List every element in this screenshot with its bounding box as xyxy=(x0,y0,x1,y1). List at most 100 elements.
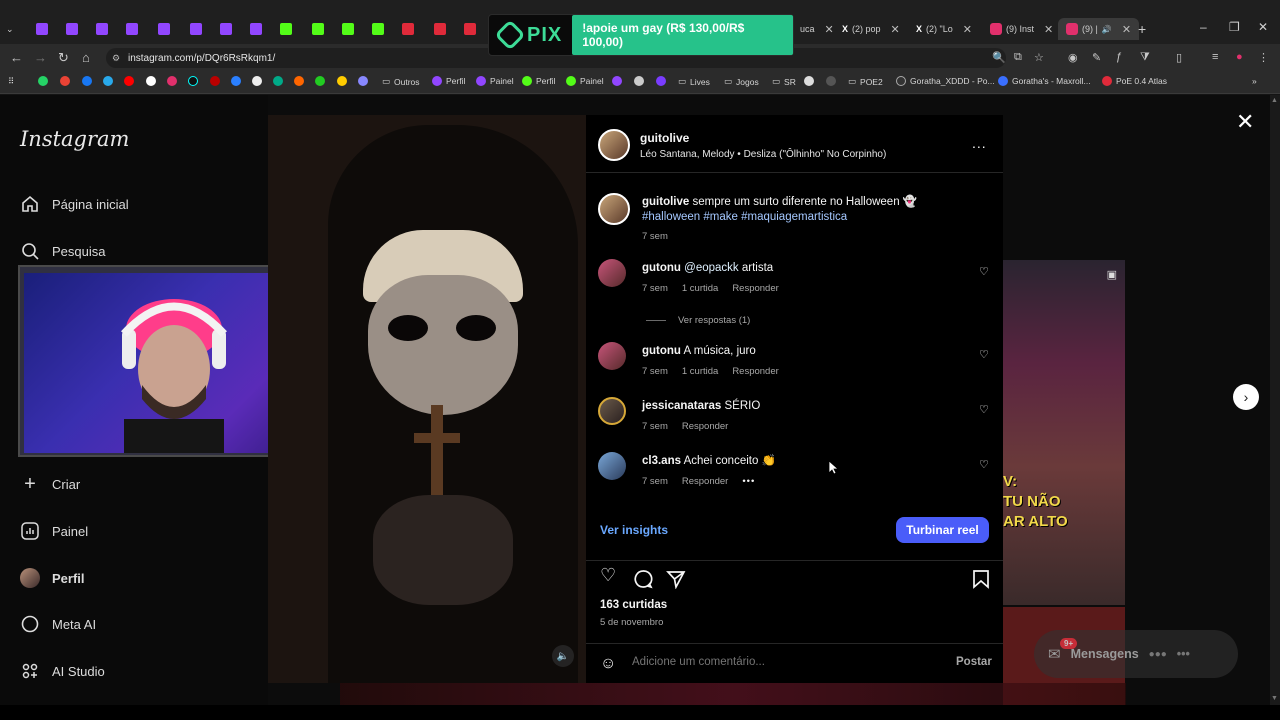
tab-kick-3[interactable] xyxy=(342,18,354,40)
comment-mention[interactable]: @eopackk xyxy=(684,262,739,274)
comment-likes[interactable]: 1 curtida xyxy=(682,283,718,294)
sidebar-item-home[interactable]: Página inicial xyxy=(20,192,129,216)
tab-twitch-6[interactable] xyxy=(190,18,202,40)
bookmark-tiktok[interactable] xyxy=(188,76,198,86)
comment-username[interactable]: cl3.ans xyxy=(642,455,681,467)
bookmark-white[interactable] xyxy=(252,76,262,86)
bookmark-red[interactable] xyxy=(210,76,220,86)
tab-twitch-8[interactable] xyxy=(250,18,262,40)
comment-time[interactable]: 7 sem xyxy=(642,366,668,377)
menu-icon[interactable]: ⋮ xyxy=(1258,51,1269,64)
reel-video[interactable]: 🔈 xyxy=(268,115,586,683)
bookmark-misc-c[interactable] xyxy=(804,76,814,86)
sidepanel-icon[interactable]: ▯ xyxy=(1176,51,1182,64)
tab-red-1[interactable] xyxy=(402,18,414,40)
like-count[interactable]: 163 curtidas xyxy=(600,599,667,611)
forward-button[interactable]: → xyxy=(34,50,47,65)
sidebar-item-meta-ai[interactable]: Meta AI xyxy=(20,612,96,636)
comment-more-icon[interactable]: ••• xyxy=(742,476,755,487)
bookmark-goratha-po[interactable]: Goratha_XDDD - Po... xyxy=(896,76,995,86)
next-post-button[interactable]: › xyxy=(1233,384,1259,410)
bookmark-whatsapp[interactable] xyxy=(38,76,48,86)
sidebar-item-ai-studio[interactable]: AI Studio xyxy=(20,659,105,683)
pen-icon[interactable]: ✎ xyxy=(1092,51,1101,64)
close-tab-icon[interactable]: ✕ xyxy=(1044,23,1053,36)
minimize-button[interactable]: – xyxy=(1200,20,1207,34)
emoji-icon[interactable]: ☺ xyxy=(600,655,616,673)
avatar[interactable] xyxy=(598,193,630,225)
profile-avatar-icon[interactable]: ● xyxy=(1236,51,1243,63)
bookmark-star-icon[interactable]: ☆ xyxy=(1034,51,1044,64)
like-comment-icon[interactable]: ♡ xyxy=(979,458,989,471)
restore-button[interactable]: ❐ xyxy=(1229,20,1240,34)
close-tab-icon[interactable]: ✕ xyxy=(1122,23,1131,36)
bookmark-goratha-maxroll[interactable]: Goratha's - Maxroll... xyxy=(998,76,1091,86)
bookmark-painel-2[interactable]: Painel xyxy=(566,76,604,86)
home-button[interactable]: ⌂ xyxy=(82,50,90,65)
apps-icon[interactable]: ⠿ xyxy=(8,76,14,87)
bookmark-misc-b[interactable] xyxy=(656,76,666,86)
bookmark-folder-sr[interactable]: ▭ SR xyxy=(772,76,796,87)
bookmark-poe-atlas[interactable]: PoE 0.4 Atlas xyxy=(1102,76,1167,86)
close-tab-icon[interactable]: ✕ xyxy=(891,23,900,36)
like-icon[interactable]: ♡ xyxy=(600,565,616,586)
like-comment-icon[interactable]: ♡ xyxy=(979,403,989,416)
reply-button[interactable]: Responder xyxy=(682,476,728,487)
tab-partial[interactable]: uca ✕ xyxy=(800,18,834,40)
comment-input[interactable] xyxy=(632,656,932,668)
site-info-icon[interactable]: ⚙ xyxy=(112,53,120,64)
tab-red-3[interactable] xyxy=(464,18,476,40)
sidebar-item-create[interactable]: + Criar xyxy=(20,472,80,496)
comment-username[interactable]: gutonu xyxy=(642,262,681,274)
bookmark-misc-d[interactable] xyxy=(826,76,836,86)
bookmark-folder-jogos[interactable]: ▭ Jogos xyxy=(724,76,759,87)
save-icon[interactable] xyxy=(972,565,990,594)
tab-kick-1[interactable] xyxy=(280,18,292,40)
close-icon[interactable]: ✕ xyxy=(1236,109,1254,135)
comment-icon[interactable] xyxy=(633,565,653,594)
reply-button[interactable]: Responder xyxy=(732,283,778,294)
view-insights-link[interactable]: Ver insights xyxy=(600,523,668,537)
caption-hashtags[interactable]: #halloween #make #maquiagemartistica xyxy=(642,211,847,223)
cast-icon[interactable]: ⧉ xyxy=(1014,51,1022,64)
tab-twitch-2[interactable] xyxy=(66,18,78,40)
avatar[interactable] xyxy=(598,129,630,161)
bookmark-folder-lives[interactable]: ▭ Lives xyxy=(678,76,710,87)
extension-icon[interactable]: ◉ xyxy=(1068,51,1078,64)
bookmark-twitch-a[interactable] xyxy=(612,76,622,86)
scroll-up-icon[interactable]: ▲ xyxy=(1271,97,1278,104)
comment-username[interactable]: gutonu xyxy=(642,345,681,357)
comment-time[interactable]: 7 sem xyxy=(642,283,668,294)
script-icon[interactable]: ƒ xyxy=(1116,51,1122,63)
tab-twitch-4[interactable] xyxy=(126,18,138,40)
bookmark-x[interactable] xyxy=(146,76,156,86)
zoom-icon[interactable]: 🔍 xyxy=(992,51,1006,64)
post-music[interactable]: Léo Santana, Melody • Desliza ("Ôlhinho"… xyxy=(640,149,886,160)
tab-twitch-5[interactable] xyxy=(158,18,170,40)
caption-time[interactable]: 7 sem xyxy=(642,231,668,242)
scroll-down-icon[interactable]: ▼ xyxy=(1271,695,1278,702)
sidebar-item-profile[interactable]: Perfil xyxy=(20,566,85,590)
bookmark-painel-1[interactable]: Painel xyxy=(476,76,514,86)
bookmark-yellow[interactable] xyxy=(337,76,347,86)
bookmark-facebook[interactable] xyxy=(82,76,92,86)
bookmark-gmail[interactable] xyxy=(60,76,70,86)
close-window-button[interactable]: ✕ xyxy=(1258,20,1268,34)
comment-username[interactable]: jessicanataras xyxy=(642,400,721,412)
avatar[interactable] xyxy=(598,397,626,425)
bookmark-instagram[interactable] xyxy=(167,76,177,86)
view-replies-button[interactable]: Ver respostas (1) xyxy=(646,315,750,326)
tab-kick-4[interactable] xyxy=(372,18,384,40)
messages-button[interactable]: ✉ 9+ Mensagens ●●● ••• xyxy=(1034,630,1238,678)
tab-twitch-7[interactable] xyxy=(220,18,232,40)
page-scrollbar[interactable] xyxy=(1270,95,1280,705)
share-icon[interactable] xyxy=(666,565,686,594)
tab-instagram-1[interactable]: (9) Inst ✕ xyxy=(990,18,1053,40)
tab-x-2[interactable]: X (2) "Lo ✕ xyxy=(916,18,972,40)
close-tab-icon[interactable]: ✕ xyxy=(963,23,972,36)
like-comment-icon[interactable]: ♡ xyxy=(979,265,989,278)
post-comment-button[interactable]: Postar xyxy=(956,656,992,668)
bookmarks-overflow-icon[interactable]: » xyxy=(1252,76,1257,86)
bookmark-telegram[interactable] xyxy=(103,76,113,86)
new-tab-button[interactable]: + xyxy=(1138,18,1146,40)
